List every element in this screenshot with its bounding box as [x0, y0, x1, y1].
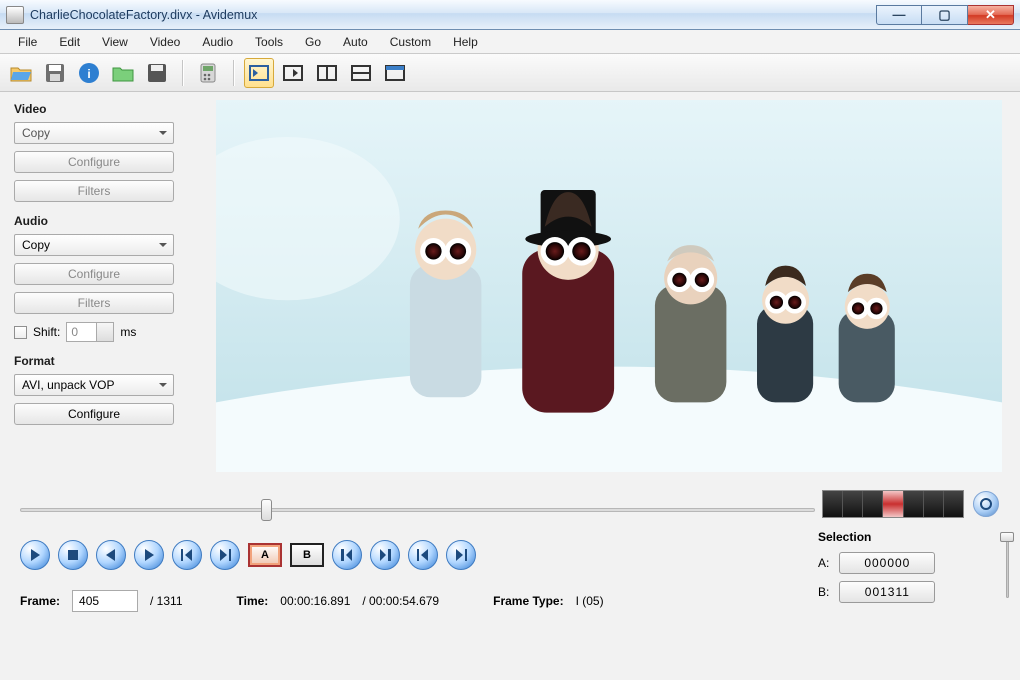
- time-value: 00:00:16.891: [280, 594, 350, 608]
- next-frame-button[interactable]: [134, 540, 164, 570]
- jog-wheel[interactable]: [822, 490, 964, 518]
- audio-shift-value: 0: [71, 325, 78, 339]
- calculator-icon[interactable]: [193, 58, 223, 88]
- output-display-icon[interactable]: [278, 58, 308, 88]
- seek-thumb[interactable]: [261, 499, 272, 521]
- input-display-icon[interactable]: [244, 58, 274, 88]
- frametype-value: I (05): [576, 594, 604, 608]
- video-heading: Video: [14, 102, 199, 116]
- status-bar: Frame: 405 / 1311 Time: 00:00:16.891 / 0…: [20, 590, 1002, 612]
- video-filters-button[interactable]: Filters: [14, 180, 174, 202]
- info-icon[interactable]: i: [74, 58, 104, 88]
- format-heading: Format: [14, 354, 199, 368]
- format-select[interactable]: AVI, unpack VOP: [14, 374, 174, 396]
- video-codec-value: Copy: [22, 126, 50, 140]
- menu-audio[interactable]: Audio: [192, 32, 243, 52]
- menu-help[interactable]: Help: [443, 32, 488, 52]
- speaker-icon[interactable]: [973, 491, 999, 517]
- frame-value: 405: [79, 594, 99, 608]
- menu-edit[interactable]: Edit: [49, 32, 90, 52]
- selection-a-label: A:: [818, 556, 829, 570]
- format-value: AVI, unpack VOP: [22, 378, 115, 392]
- audio-codec-select[interactable]: Copy: [14, 234, 174, 256]
- set-mark-a-button[interactable]: A: [248, 543, 282, 567]
- minimize-button[interactable]: —: [876, 5, 922, 25]
- window-title: CharlieChocolateFactory.divx - Avidemux: [30, 8, 257, 22]
- time-total: / 00:00:54.679: [362, 594, 439, 608]
- open-icon[interactable]: [6, 58, 36, 88]
- last-frame-button[interactable]: [446, 540, 476, 570]
- video-preview: [216, 100, 1002, 472]
- volume-thumb[interactable]: [1000, 532, 1014, 542]
- format-configure-button[interactable]: Configure: [14, 403, 174, 425]
- selection-heading: Selection: [818, 530, 990, 544]
- title-bar: CharlieChocolateFactory.divx - Avidemux …: [0, 0, 1020, 30]
- volume-track: [1006, 534, 1009, 598]
- frametype-label: Frame Type:: [493, 594, 563, 608]
- play-button[interactable]: [20, 540, 50, 570]
- set-mark-b-button[interactable]: B: [290, 543, 324, 567]
- menu-file[interactable]: File: [8, 32, 47, 52]
- prev-keyframe-button[interactable]: [172, 540, 202, 570]
- prev-black-frame-button[interactable]: [332, 540, 362, 570]
- prev-frame-button[interactable]: [96, 540, 126, 570]
- frame-total: / 1311: [150, 594, 182, 608]
- split-horizontal-icon[interactable]: [346, 58, 376, 88]
- menu-custom[interactable]: Custom: [380, 32, 441, 52]
- audio-heading: Audio: [14, 214, 199, 228]
- frame-label: Frame:: [20, 594, 60, 608]
- open-project-icon[interactable]: [108, 58, 138, 88]
- audio-shift-label: Shift:: [33, 325, 60, 339]
- seek-track: [20, 508, 815, 512]
- transport-bar: A B: [20, 540, 476, 570]
- app-icon: [6, 6, 24, 24]
- svg-text:i: i: [87, 67, 90, 81]
- next-keyframe-button[interactable]: [210, 540, 240, 570]
- time-label: Time:: [237, 594, 269, 608]
- video-codec-select[interactable]: Copy: [14, 122, 174, 144]
- menu-video[interactable]: Video: [140, 32, 190, 52]
- audio-shift-checkbox[interactable]: [14, 326, 27, 339]
- selection-a-button[interactable]: 000000: [839, 552, 935, 574]
- menu-view[interactable]: View: [92, 32, 138, 52]
- menu-go[interactable]: Go: [295, 32, 331, 52]
- client-area: Video Copy Configure Filters Audio Copy …: [0, 92, 1020, 680]
- seek-slider[interactable]: [20, 496, 815, 524]
- menu-auto[interactable]: Auto: [333, 32, 378, 52]
- close-button[interactable]: ✕: [968, 5, 1014, 25]
- audio-codec-value: Copy: [22, 238, 50, 252]
- split-vertical-icon[interactable]: [312, 58, 342, 88]
- save-project-icon[interactable]: [142, 58, 172, 88]
- jog-area: [822, 490, 1002, 518]
- audio-filters-button[interactable]: Filters: [14, 292, 174, 314]
- audio-shift-unit: ms: [120, 325, 136, 339]
- stop-button[interactable]: [58, 540, 88, 570]
- frame-input[interactable]: 405: [72, 590, 138, 612]
- menu-bar: File Edit View Video Audio Tools Go Auto…: [0, 30, 1020, 54]
- save-icon[interactable]: [40, 58, 70, 88]
- audio-shift-input[interactable]: 0: [66, 322, 114, 342]
- video-configure-button[interactable]: Configure: [14, 151, 174, 173]
- sidebar: Video Copy Configure Filters Audio Copy …: [14, 102, 199, 425]
- next-black-frame-button[interactable]: [370, 540, 400, 570]
- first-frame-button[interactable]: [408, 540, 438, 570]
- audio-configure-button[interactable]: Configure: [14, 263, 174, 285]
- menu-tools[interactable]: Tools: [245, 32, 293, 52]
- toolbar: i: [0, 54, 1020, 92]
- maximize-button[interactable]: ▢: [922, 5, 968, 25]
- single-display-icon[interactable]: [380, 58, 410, 88]
